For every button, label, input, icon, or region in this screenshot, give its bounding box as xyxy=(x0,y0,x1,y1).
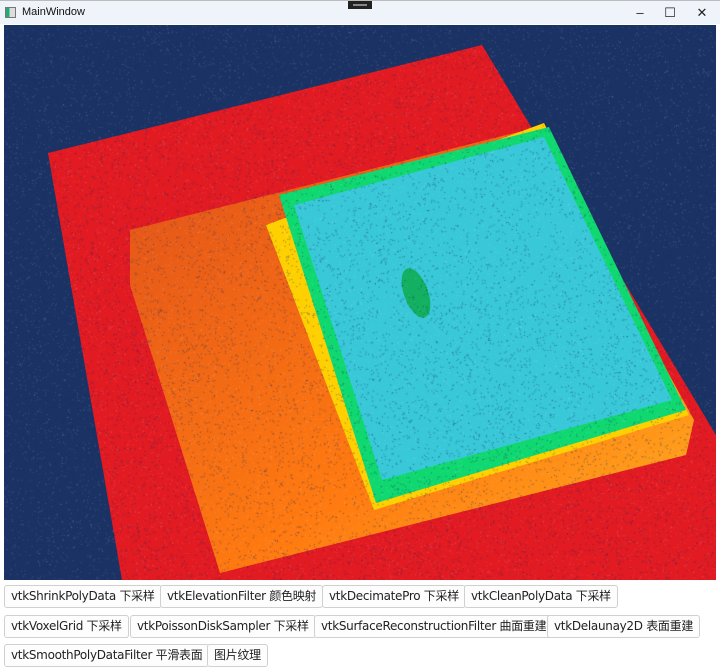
app-icon xyxy=(5,7,16,18)
close-button[interactable]: ✕ xyxy=(687,3,717,23)
shrink-polydata-button[interactable]: vtkShrinkPolyData 下采样 xyxy=(4,585,162,608)
point-speckle xyxy=(4,25,716,580)
decimate-pro-button[interactable]: vtkDecimatePro 下采样 xyxy=(322,585,466,608)
surface-reconstruction-button[interactable]: vtkSurfaceReconstructionFilter 曲面重建 xyxy=(314,615,554,638)
maximize-button[interactable]: ☐ xyxy=(655,3,685,23)
image-texture-button[interactable]: 图片纹理 xyxy=(207,644,268,667)
minimize-button[interactable]: – xyxy=(625,3,655,23)
snap-handle[interactable] xyxy=(348,1,372,9)
delaunay2d-button[interactable]: vtkDelaunay2D 表面重建 xyxy=(547,615,701,638)
voxel-grid-button[interactable]: vtkVoxelGrid 下采样 xyxy=(4,615,129,638)
poisson-disk-sampler-button[interactable]: vtkPoissonDiskSampler 下采样 xyxy=(130,615,316,638)
vtk-render-view[interactable] xyxy=(4,25,716,580)
title-bar: MainWindow – ☐ ✕ xyxy=(0,0,720,24)
smooth-polydata-button[interactable]: vtkSmoothPolyDataFilter 平滑表面 xyxy=(4,644,210,667)
clean-polydata-button[interactable]: vtkCleanPolyData 下采样 xyxy=(464,585,618,608)
elevation-filter-button[interactable]: vtkElevationFilter 颜色映射 xyxy=(160,585,324,608)
window-title: MainWindow xyxy=(22,6,85,18)
